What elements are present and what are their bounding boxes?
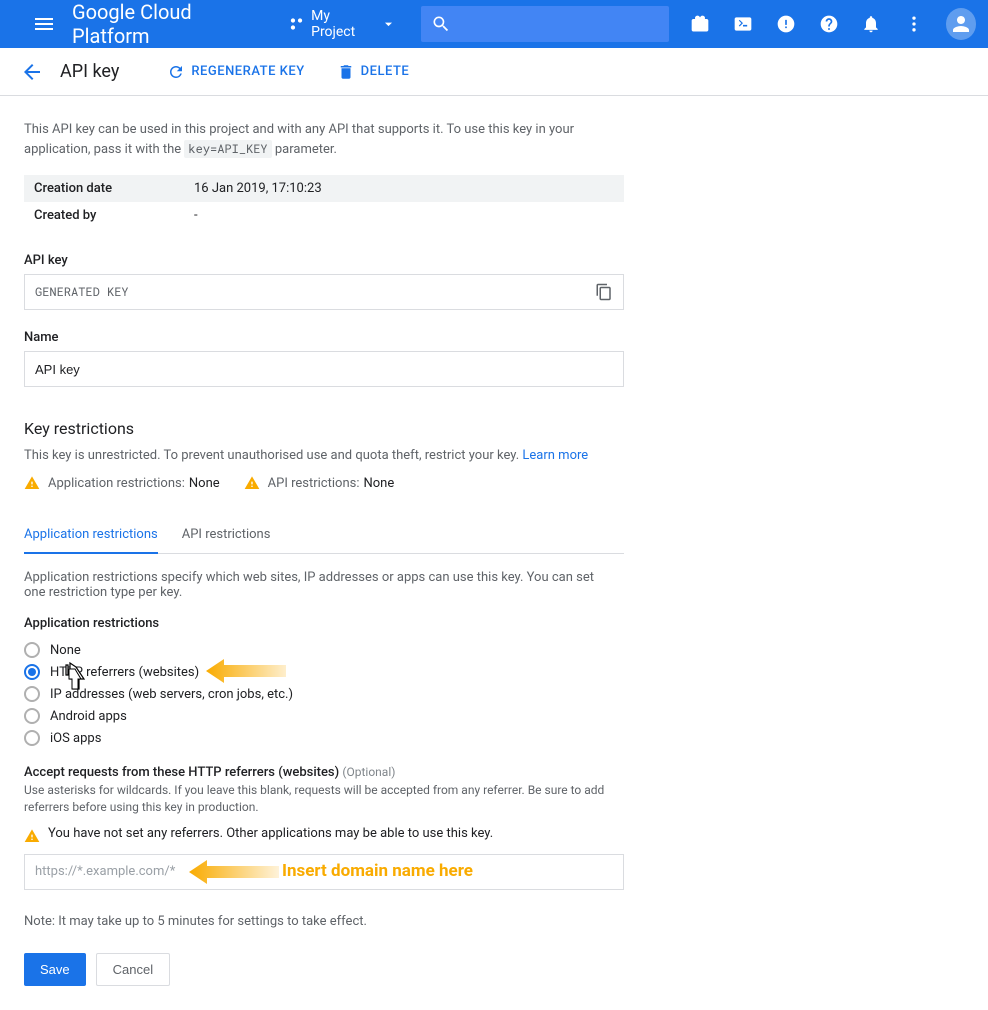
radio-http-referrers[interactable]: HTTP referrers (websites) (24, 661, 616, 683)
subheader: API key REGENERATE KEY DELETE (0, 48, 988, 96)
avatar[interactable] (946, 8, 976, 40)
copy-icon[interactable] (595, 283, 613, 301)
tab-app-restrictions[interactable]: Application restrictions (24, 517, 158, 554)
radio-none[interactable]: None (24, 639, 616, 661)
code-snippet: key=API_KEY (184, 140, 271, 158)
warning-icon (24, 475, 40, 491)
tab-api-restrictions[interactable]: API restrictions (182, 517, 271, 553)
radio-ios[interactable]: iOS apps (24, 727, 616, 749)
referrers-label: Accept requests from these HTTP referrer… (24, 765, 339, 780)
radio-group: None HTTP referrers (websites) IP addres… (24, 639, 616, 749)
top-header: Google Cloud Platform My Project (0, 0, 988, 48)
save-button[interactable]: Save (24, 953, 86, 986)
info-table: Creation date 16 Jan 2019, 17:10:23 Crea… (24, 175, 624, 229)
search-icon (431, 14, 451, 34)
restriction-tabs: Application restrictions API restriction… (24, 517, 624, 554)
table-row: Creation date 16 Jan 2019, 17:10:23 (24, 175, 624, 202)
key-restrictions-title: Key restrictions (24, 419, 616, 438)
intro-text: This API key can be used in this project… (24, 120, 616, 159)
search-box[interactable] (421, 6, 669, 42)
project-name: My Project (311, 8, 374, 40)
api-key-label: API key (24, 253, 616, 268)
app-restrictions-status: Application restrictions: None (24, 475, 220, 491)
more-icon[interactable] (903, 12, 926, 36)
chevron-down-icon (380, 15, 397, 33)
learn-more-link[interactable]: Learn more (522, 448, 588, 463)
name-label: Name (24, 330, 616, 345)
table-row: Created by - (24, 202, 624, 229)
note-text: Note: It may take up to 5 minutes for se… (24, 914, 616, 929)
radio-android[interactable]: Android apps (24, 705, 616, 727)
radio-ip-addresses[interactable]: IP addresses (web servers, cron jobs, et… (24, 683, 616, 705)
app-restrictions-heading: Application restrictions (24, 616, 616, 631)
cancel-button[interactable]: Cancel (96, 953, 170, 986)
warning-icon (244, 475, 260, 491)
help-icon[interactable] (817, 12, 840, 36)
referrers-warning: You have not set any referrers. Other ap… (24, 826, 616, 844)
referrers-hint: Use asterisks for wildcards. If you leav… (24, 782, 616, 816)
referrer-input[interactable]: https://*.example.com/* (24, 854, 624, 890)
project-selector[interactable]: My Project (288, 8, 397, 40)
key-restrictions-desc: This key is unrestricted. To prevent una… (24, 448, 616, 463)
main-content: This API key can be used in this project… (0, 96, 640, 1010)
cloud-shell-icon[interactable] (732, 12, 755, 36)
menu-icon[interactable] (32, 12, 56, 36)
notifications-icon[interactable] (860, 12, 883, 36)
delete-button[interactable]: DELETE (337, 63, 410, 81)
gift-icon[interactable] (689, 12, 712, 36)
regenerate-key-button[interactable]: REGENERATE KEY (167, 63, 304, 81)
api-restrictions-status: API restrictions: None (244, 475, 395, 491)
back-arrow-icon[interactable] (20, 60, 44, 84)
name-input[interactable] (24, 351, 624, 387)
app-restrictions-desc: Application restrictions specify which w… (24, 570, 616, 600)
api-key-value[interactable]: GENERATED KEY (24, 274, 624, 310)
logo: Google Cloud Platform (72, 0, 264, 48)
warning-icon (24, 828, 40, 844)
alert-icon[interactable] (774, 12, 797, 36)
optional-label: (Optional) (342, 765, 395, 779)
page-title: API key (60, 61, 119, 82)
